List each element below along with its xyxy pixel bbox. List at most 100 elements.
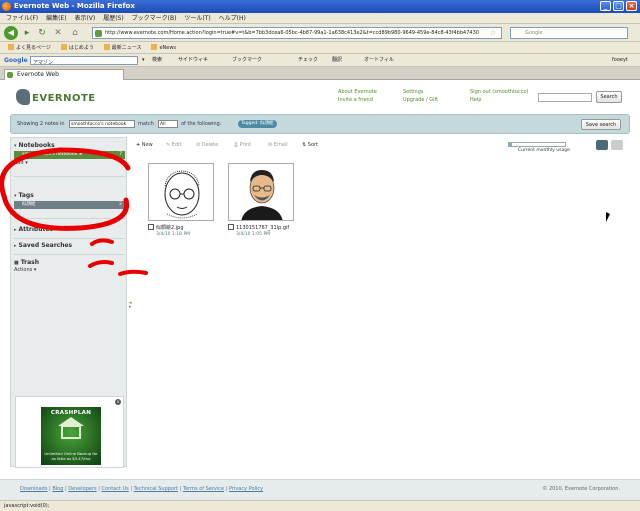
- menu-bookmarks[interactable]: ブックマーク(B): [132, 13, 177, 24]
- gtool-autofill[interactable]: オートフィル: [364, 54, 394, 67]
- saved-searches-section[interactable]: ▸ Saved Searches: [14, 242, 125, 249]
- home-icon[interactable]: ⌂: [68, 26, 82, 40]
- new-note-button[interactable]: + New: [136, 139, 153, 151]
- google-search-input[interactable]: アマゾン: [30, 56, 138, 66]
- menu-view[interactable]: 表示(V): [74, 13, 95, 24]
- panel-splitter-handle[interactable]: ◂ ▸: [129, 301, 132, 310]
- saved-searches-header[interactable]: ▸ Saved Searches: [14, 242, 125, 249]
- stop-icon[interactable]: ✕: [52, 26, 64, 40]
- attributes-section[interactable]: ▸ Attributes: [14, 226, 125, 233]
- list-view-icon[interactable]: [611, 140, 623, 150]
- bookmark-item[interactable]: eNews: [151, 42, 176, 54]
- note-thumbnail-cartoon[interactable]: [228, 163, 294, 221]
- tab-evernote[interactable]: Evernote Web: [4, 69, 124, 80]
- tag-filter-chip[interactable]: Tagged: 似顔絵: [238, 120, 277, 128]
- note-title[interactable]: 1130151767_31lp.gif: [236, 225, 289, 231]
- search-button[interactable]: Search: [596, 91, 622, 103]
- grid-view-icon[interactable]: [596, 140, 608, 150]
- settings-link[interactable]: Settings: [403, 89, 424, 95]
- note-checkbox[interactable]: [148, 224, 154, 230]
- note-search-input[interactable]: [538, 93, 592, 102]
- gtool-check[interactable]: チェック: [298, 54, 318, 67]
- divider: [14, 254, 125, 255]
- notebooks-header[interactable]: ▾ Notebooks: [14, 142, 125, 149]
- tags-header[interactable]: ▾ Tags: [14, 192, 125, 199]
- reload-icon[interactable]: ↻: [36, 26, 48, 40]
- divider: [14, 238, 125, 239]
- notebook-edit-menu[interactable]: Edit ▾: [14, 160, 125, 166]
- back-arrow-icon[interactable]: ◀: [4, 26, 18, 40]
- print-button[interactable]: ⎙ Print: [234, 139, 251, 151]
- tags-title: Tags: [18, 192, 34, 199]
- bookmark-item[interactable]: よく見るページ: [8, 42, 51, 54]
- note-title[interactable]: 似顔絵2.jpg: [156, 225, 184, 231]
- footer-link-terms[interactable]: Terms of Service: [183, 486, 224, 492]
- bookmark-item[interactable]: 最新ニュース: [103, 42, 142, 54]
- gtool-search[interactable]: 検索: [152, 54, 162, 67]
- footer-link-privacy[interactable]: Privacy Policy: [229, 486, 263, 492]
- notebook-item[interactable]: smoothtocco's notebook ★ 7: [14, 151, 125, 159]
- gtool-account[interactable]: fooeyt: [612, 54, 628, 67]
- forward-arrow-icon[interactable]: ▸: [22, 26, 32, 40]
- close-button[interactable]: ×: [626, 1, 637, 11]
- note-thumbnail-sketch[interactable]: [148, 163, 214, 221]
- note-card[interactable]: 似顔絵2.jpg 3/4/10 1:18 PM: [148, 163, 214, 237]
- web-search-input[interactable]: Google: [510, 27, 628, 39]
- trash-header[interactable]: ■ Trash: [14, 259, 125, 266]
- evernote-logo[interactable]: EVERNOTE: [16, 89, 96, 105]
- window-titlebar: Evernote Web - Mozilla Firefox _ □ ×: [0, 0, 640, 13]
- delete-button[interactable]: ⊘ Delete: [196, 139, 218, 151]
- bookmark-star-icon[interactable]: ☆: [488, 26, 498, 40]
- gtool-bookmark[interactable]: ブックマーク: [232, 54, 262, 67]
- navigation-bar: ◀ ▸ ↻ ✕ ⌂ http://www.evernote.com/Home.a…: [0, 24, 640, 42]
- mouse-cursor-icon: [606, 212, 610, 222]
- notebook-name: smoothtocco's notebook ★: [22, 152, 83, 157]
- edit-button[interactable]: ✎ Edit: [166, 139, 181, 151]
- menu-edit[interactable]: 編集(E): [46, 13, 66, 24]
- trash-section: ■ Trash Actions ▾: [14, 259, 125, 273]
- gtool-translate[interactable]: 翻訳: [332, 54, 342, 67]
- footer-link-contact[interactable]: Contact Us: [101, 486, 128, 492]
- sort-label: Sort: [307, 142, 319, 148]
- menu-file[interactable]: ファイル(F): [6, 13, 38, 24]
- expand-triangle-icon: ▾: [14, 143, 17, 149]
- menu-tools[interactable]: ツール(T): [184, 13, 210, 24]
- evernote-favicon-icon: [7, 72, 13, 78]
- gtool-sidewiki[interactable]: サイドウィキ: [178, 54, 208, 67]
- help-link[interactable]: Help: [470, 97, 481, 103]
- footer-link-downloads[interactable]: Downloads: [20, 486, 47, 492]
- trash-actions-menu[interactable]: Actions ▾: [14, 267, 125, 273]
- match-select[interactable]: All: [158, 120, 178, 128]
- attributes-header[interactable]: ▸ Attributes: [14, 226, 125, 233]
- sort-button[interactable]: ⇅ Sort: [302, 139, 318, 151]
- footer-link-support[interactable]: Technical Support: [134, 486, 178, 492]
- note-card[interactable]: 1130151767_31lp.gif 3/4/10 1:05 PM: [228, 163, 294, 237]
- save-search-button[interactable]: Save search: [581, 119, 621, 130]
- menu-history[interactable]: 履歴(S): [103, 13, 124, 24]
- crashplan-ad[interactable]: × CRASHPLAN Unlimited Online Backup for …: [15, 396, 124, 468]
- site-favicon-icon: [95, 30, 102, 37]
- trash-icon: ■: [14, 260, 19, 266]
- menu-help[interactable]: ヘルプ(H): [219, 13, 246, 24]
- signout-link[interactable]: Sign out (smoothtocco): [470, 89, 528, 95]
- close-ad-icon[interactable]: ×: [115, 399, 121, 405]
- tags-section: ▾ Tags 似顔絵 2: [14, 192, 125, 209]
- minimize-button[interactable]: _: [600, 1, 611, 11]
- email-button[interactable]: ✉ Email: [268, 139, 288, 151]
- usage-progress-bar: [508, 142, 566, 147]
- dropdown-chevron-icon[interactable]: ▾: [142, 54, 145, 67]
- maximize-button[interactable]: □: [613, 1, 624, 11]
- footer-link-blog[interactable]: Blog: [52, 486, 63, 492]
- web-search-placeholder: Google: [525, 30, 543, 36]
- tag-item[interactable]: 似顔絵 2: [14, 201, 125, 209]
- footer-link-developers[interactable]: Developers: [68, 486, 96, 492]
- about-link[interactable]: About Evernote: [338, 89, 377, 95]
- url-input[interactable]: http://www.evernote.com/Home.action?logi…: [92, 27, 502, 39]
- invite-link[interactable]: Invite a friend: [338, 97, 373, 103]
- upgrade-link[interactable]: Upgrade / Gift: [403, 97, 438, 103]
- notebook-select[interactable]: smoothtocco's notebook: [69, 120, 135, 128]
- bookmarks-bar: よく見るページ はじめよう 最新ニュース eNews: [0, 42, 640, 54]
- bookmark-item[interactable]: はじめよう: [60, 42, 94, 54]
- of-following-label: of the following:: [181, 121, 222, 127]
- note-checkbox[interactable]: [228, 224, 234, 230]
